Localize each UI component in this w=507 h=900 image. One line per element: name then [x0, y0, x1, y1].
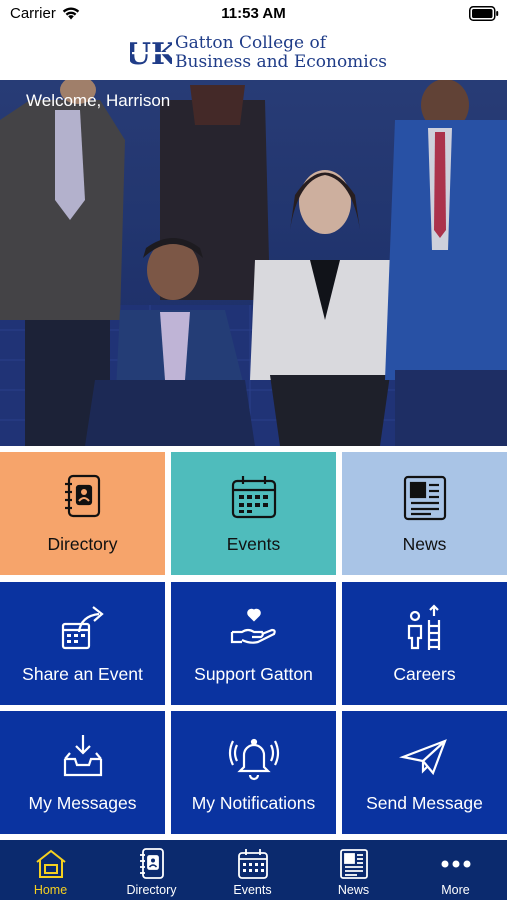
college-name: Gatton College of Business and Economics: [175, 34, 387, 72]
tab-home-label: Home: [33, 883, 68, 897]
tab-news-label: News: [337, 883, 370, 897]
app-header: UK Gatton College of Business and Econom…: [0, 30, 507, 80]
career-ladder-icon: [407, 604, 440, 650]
my-messages-tile[interactable]: My Messages: [0, 711, 165, 834]
directory-tile-label: Directory: [47, 534, 118, 554]
tab-news[interactable]: News: [303, 840, 404, 900]
status-bar: Carrier 11:53 AM: [0, 0, 507, 30]
support-gatton-tile[interactable]: Support Gatton: [171, 582, 336, 705]
bottom-tab-bar: Home Directory Events News More: [0, 840, 507, 900]
newspaper-icon: [339, 849, 368, 879]
welcome-message: Welcome, Harrison: [26, 91, 171, 110]
share-an-event-tile-label: Share an Event: [22, 664, 143, 684]
careers-tile[interactable]: Careers: [342, 582, 507, 705]
my-notifications-tile[interactable]: My Notifications: [171, 711, 336, 834]
my-notifications-tile-label: My Notifications: [191, 793, 316, 813]
address-book-icon: [139, 848, 164, 879]
bell-icon: [228, 738, 279, 781]
support-gatton-tile-label: Support Gatton: [194, 664, 313, 684]
address-book-icon: [64, 474, 100, 518]
tab-more-label: More: [441, 883, 470, 897]
send-message-tile-label: Send Message: [366, 793, 483, 813]
calendar-icon: [237, 849, 268, 879]
calendar-icon: [231, 476, 276, 519]
uk-logo-icon: UK: [130, 37, 172, 70]
events-tile-label: Events: [226, 534, 281, 554]
newspaper-icon: [403, 475, 446, 521]
share-event-icon: [61, 606, 104, 650]
menu-grid: Directory Events News Share an Event Sup…: [0, 446, 507, 840]
more-dots-icon: [441, 860, 470, 868]
share-an-event-tile[interactable]: Share an Event: [0, 582, 165, 705]
send-message-tile[interactable]: Send Message: [342, 711, 507, 834]
news-tile-label: News: [402, 534, 447, 554]
battery-icon: [469, 6, 499, 21]
tab-home[interactable]: Home: [0, 840, 101, 900]
clock: 11:53 AM: [221, 5, 286, 22]
tab-events[interactable]: Events: [202, 840, 303, 900]
hero-photo: [0, 80, 507, 446]
paper-plane-icon: [398, 739, 447, 776]
tab-directory-label: Directory: [126, 883, 177, 897]
tab-directory[interactable]: Directory: [101, 840, 202, 900]
hero-banner: Welcome, Harrison: [0, 80, 507, 446]
logo-line-2: Business and Economics: [175, 52, 387, 72]
heart-hand-icon: [230, 608, 276, 644]
events-tile[interactable]: Events: [171, 452, 336, 575]
news-tile[interactable]: News: [342, 452, 507, 575]
my-messages-tile-label: My Messages: [28, 793, 137, 813]
inbox-icon: [63, 735, 102, 777]
home-icon: [35, 849, 66, 878]
logo-line-1: Gatton College of: [175, 33, 327, 53]
directory-tile[interactable]: Directory: [0, 452, 165, 575]
tab-more[interactable]: More: [404, 840, 507, 900]
careers-tile-label: Careers: [393, 664, 456, 684]
tab-events-label: Events: [233, 883, 272, 897]
